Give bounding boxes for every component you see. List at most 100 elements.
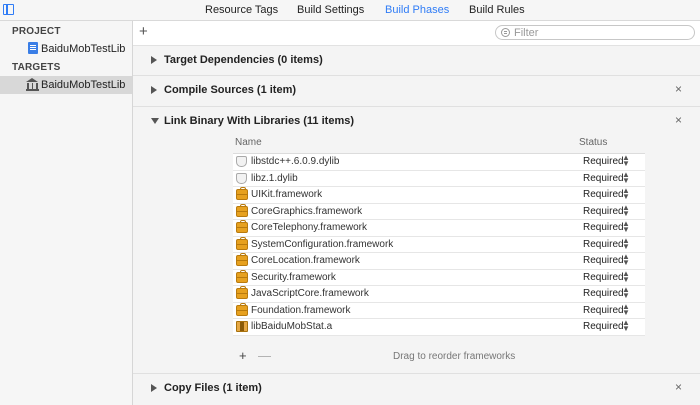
remove-library-button[interactable]: — <box>258 348 271 363</box>
library-row[interactable]: SystemConfiguration.framework Required ▲ ▼ <box>233 236 645 253</box>
framework-icon <box>236 253 248 266</box>
library-row[interactable]: JavaScriptCore.framework Required ▲ ▼ <box>233 286 645 303</box>
library-name: SystemConfiguration.framework <box>251 238 394 250</box>
library-row[interactable]: CoreLocation.framework Required ▲ ▼ <box>233 253 645 270</box>
delete-phase-icon[interactable]: × <box>675 380 682 394</box>
framework-icon <box>236 187 248 200</box>
phase-header[interactable]: Copy Files (1 item) × <box>133 374 700 402</box>
library-row[interactable]: CoreTelephony.framework Required ▲ ▼ <box>233 220 645 237</box>
popup-chevron-icon[interactable]: ▲ ▼ <box>622 187 630 201</box>
phase-title: Compile Sources (1 item) <box>164 84 297 96</box>
library-status-popup[interactable]: Required <box>583 239 624 250</box>
phases-toolbar: + Filter <box>133 21 700 46</box>
sidebar-toggle-icon[interactable] <box>3 4 14 15</box>
delete-phase-icon[interactable]: × <box>675 113 682 127</box>
tab-build-rules[interactable]: Build Rules <box>469 4 525 16</box>
library-row[interactable]: Security.framework Required ▲ ▼ <box>233 269 645 286</box>
library-name: libz.1.dylib <box>251 172 298 184</box>
library-name: JavaScriptCore.framework <box>251 288 369 299</box>
phase-header[interactable]: Compile Sources (1 item) × <box>133 76 700 104</box>
framework-icon <box>236 302 248 316</box>
popup-chevron-icon[interactable]: ▲ ▼ <box>622 269 630 283</box>
phase-target-dependencies: Target Dependencies (0 items) <box>133 46 700 76</box>
disclosure-triangle-icon[interactable] <box>151 86 157 94</box>
library-status-popup[interactable]: Required <box>583 206 624 217</box>
phase-header[interactable]: Target Dependencies (0 items) <box>133 46 700 74</box>
phase-header[interactable]: Link Binary With Libraries (11 items) × <box>133 107 700 135</box>
library-name: libstdc++.6.0.9.dylib <box>251 156 340 167</box>
project-section-header: PROJECT <box>12 26 61 37</box>
tab-build-settings[interactable]: Build Settings <box>297 4 364 16</box>
popup-chevron-icon[interactable]: ▲ ▼ <box>622 286 630 300</box>
library-row[interactable]: libz.1.dylib Required ▲ ▼ <box>233 170 645 187</box>
disclosure-triangle-icon[interactable] <box>151 384 157 392</box>
library-status-popup[interactable]: Required <box>583 189 624 200</box>
delete-phase-icon[interactable]: × <box>675 82 682 96</box>
phase-compile-sources: Compile Sources (1 item) × <box>133 76 700 107</box>
library-name: Foundation.framework <box>251 304 351 316</box>
sidebar-item-project[interactable]: BaiduMobTestLib <box>0 40 132 58</box>
filter-icon <box>501 28 510 37</box>
library-row[interactable]: libBaiduMobStat.a Required ▲ ▼ <box>233 319 645 336</box>
table-footer: + — Drag to reorder frameworks <box>233 348 645 366</box>
library-row[interactable]: UIKit.framework Required ▲ ▼ <box>233 187 645 204</box>
framework-icon <box>236 269 248 283</box>
add-library-button[interactable]: + <box>239 348 247 363</box>
framework-icon <box>236 203 248 217</box>
popup-chevron-icon[interactable]: ▲ ▼ <box>622 170 630 184</box>
phase-link-binary: Link Binary With Libraries (11 items) × … <box>133 107 700 374</box>
popup-chevron-icon[interactable]: ▲ ▼ <box>622 319 630 333</box>
library-status-popup[interactable]: Required <box>583 156 624 167</box>
column-header-status[interactable]: Status <box>579 137 607 148</box>
popup-chevron-icon[interactable]: ▲ ▼ <box>622 220 630 234</box>
libraries-list: libstdc++.6.0.9.dylib Required ▲ ▼ libz.1.dy… <box>233 153 645 336</box>
library-target-icon <box>26 78 39 91</box>
phase-title: Target Dependencies (0 items) <box>164 54 323 66</box>
popup-chevron-icon[interactable]: ▲ ▼ <box>622 302 630 316</box>
disclosure-triangle-icon[interactable] <box>151 56 157 64</box>
library-status-popup[interactable]: Required <box>583 272 624 283</box>
popup-chevron-icon[interactable]: ▲ ▼ <box>622 154 630 168</box>
build-phases-editor: + Filter Target Dependencies (0 items) C… <box>133 21 700 405</box>
tab-build-phases[interactable]: Build Phases <box>385 4 449 16</box>
popup-chevron-icon[interactable]: ▲ ▼ <box>622 203 630 217</box>
dylib-icon <box>236 172 247 184</box>
framework-icon <box>236 236 248 250</box>
column-header-name[interactable]: Name <box>235 137 262 148</box>
static-library-icon <box>236 321 248 332</box>
editor-tab-bar: Resource Tags Build Settings Build Phase… <box>0 0 700 21</box>
library-name: CoreLocation.framework <box>251 255 360 266</box>
library-row[interactable]: Foundation.framework Required ▲ ▼ <box>233 302 645 319</box>
disclosure-triangle-icon[interactable] <box>151 118 159 124</box>
sidebar-item-label: BaiduMobTestLib <box>41 43 126 55</box>
library-row[interactable]: CoreGraphics.framework Required ▲ ▼ <box>233 203 645 220</box>
library-name: CoreTelephony.framework <box>251 222 367 233</box>
project-navigator: PROJECT BaiduMobTestLib TARGETS BaiduMob… <box>0 21 133 405</box>
phase-title: Copy Files (1 item) <box>164 382 262 394</box>
add-build-phase-button[interactable]: + <box>139 23 148 40</box>
targets-section-header: TARGETS <box>12 62 61 73</box>
popup-chevron-icon[interactable]: ▲ ▼ <box>622 236 630 250</box>
filter-placeholder: Filter <box>514 27 539 39</box>
library-row[interactable]: libstdc++.6.0.9.dylib Required ▲ ▼ <box>233 154 645 171</box>
library-status-popup[interactable]: Required <box>583 288 624 299</box>
filter-field[interactable]: Filter <box>495 25 695 40</box>
library-status-popup[interactable]: Required <box>583 305 624 316</box>
reorder-hint: Drag to reorder frameworks <box>393 351 516 362</box>
phase-title: Link Binary With Libraries (11 items) <box>164 115 355 127</box>
library-status-popup[interactable]: Required <box>583 255 624 266</box>
library-name: UIKit.framework <box>251 189 323 200</box>
library-status-popup[interactable]: Required <box>583 222 624 233</box>
sidebar-item-target[interactable]: BaiduMobTestLib <box>0 76 132 94</box>
project-file-icon <box>28 42 38 54</box>
library-status-popup[interactable]: Required <box>583 173 624 184</box>
popup-chevron-icon[interactable]: ▲ ▼ <box>622 253 630 267</box>
tab-resource-tags[interactable]: Resource Tags <box>205 4 278 16</box>
phase-copy-files: Copy Files (1 item) × <box>133 374 700 405</box>
framework-icon <box>236 220 248 233</box>
framework-icon <box>236 286 248 299</box>
library-status-popup[interactable]: Required <box>583 321 624 332</box>
library-name: CoreGraphics.framework <box>251 205 363 217</box>
library-name: Security.framework <box>251 271 336 283</box>
sidebar-item-label: BaiduMobTestLib <box>41 79 126 91</box>
